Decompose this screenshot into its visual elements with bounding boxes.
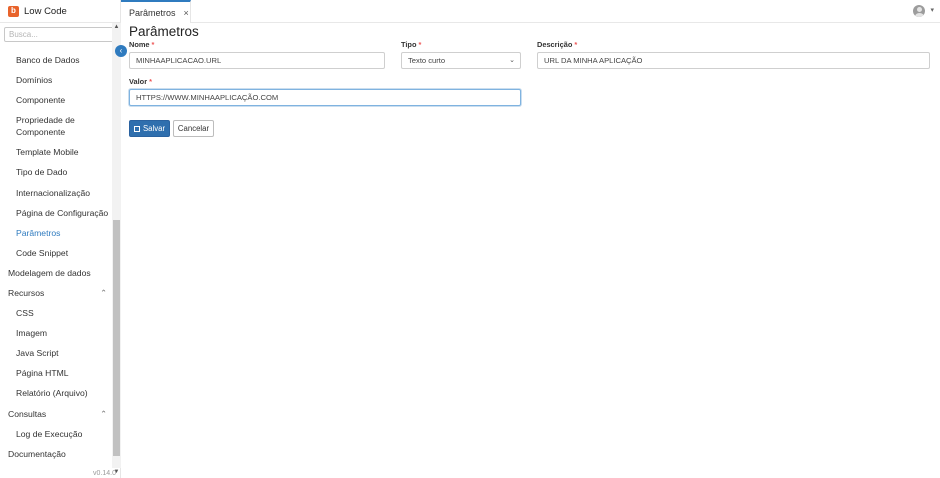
chevron-down-icon[interactable]: ▾ [930,6,934,14]
sidebar-item[interactable]: Consultas ⌃ [0,404,112,424]
tipo-select-value: Texto curto [408,56,446,65]
sidebar-item[interactable]: Parâmetros [0,223,112,243]
sidebar-item[interactable]: Modelagem de dados [0,263,112,283]
scroll-thumb[interactable] [113,220,120,456]
descricao-field[interactable]: URL DA MINHA APLICAÇÃO [537,52,930,69]
tab-label: Parâmetros [129,7,176,18]
save-button-label: Salvar [142,124,166,133]
sidebar-item-label: Recursos [8,287,45,298]
sidebar-item[interactable]: Recursos ⌃ [0,283,112,303]
sidebar-item-label: Tipo de Dado [16,167,68,178]
cancel-button-label: Cancelar [177,124,210,133]
sidebar-item[interactable]: Tipo de Dado [0,162,112,182]
sidebar-item[interactable]: Página de Configuração [0,203,112,223]
user-avatar-icon[interactable] [913,5,925,17]
sidebar-item-label: Java Script [16,348,59,359]
sidebar-item[interactable]: Relatório (Arquivo) [0,383,112,403]
scroll-up-arrow-icon[interactable]: ▲ [113,23,120,31]
sidebar-item[interactable]: Banco de Dados [0,50,112,70]
sidebar-item-label: Log de Execução [16,428,83,439]
sidebar-item[interactable]: Java Script [0,343,112,363]
sidebar-item-label: Code Snippet [16,247,69,258]
sidebar-item-label: Template Mobile [16,147,79,158]
sidebar-item-label: Modelagem de dados [8,267,91,278]
chevron-down-icon: ⌄ [509,57,515,64]
sidebar-item[interactable]: Template Mobile [0,142,112,162]
logo-icon: b [8,5,19,17]
collapse-sidebar-chevron-icon[interactable]: ‹ [115,45,127,57]
chevron-up-icon[interactable]: ⌃ [100,288,107,297]
sidebar-item[interactable]: Log de Execução [0,424,112,444]
sidebar-item-label: Componente [16,95,66,106]
sidebar-nav: Banco de Dados Domínios Componente Propried… [0,50,112,464]
sidebar-item-label: Página de Configuração [16,207,109,218]
nome-field[interactable]: MINHAAPLICACAO.URL [129,52,385,69]
sidebar-item[interactable]: Code Snippet [0,243,112,263]
close-icon[interactable]: × [184,8,189,18]
cancel-button[interactable]: Cancelar [173,120,214,137]
brand[interactable]: b Low Code [0,0,121,23]
app-version: v0.14.0 [93,470,116,477]
tab-parametros[interactable]: Parâmetros × [121,0,191,23]
sidebar-item[interactable]: Propriedade de Componente [0,110,112,142]
page-title: Parâmetros [129,24,199,39]
sidebar-item-label: Banco de Dados [16,55,80,66]
valor-field[interactable]: HTTPS://WWW.MINHAAPLICAÇÃO.COM [129,89,521,106]
sidebar-item-label: CSS [16,308,34,319]
sidebar-item[interactable]: Documentação [0,444,112,464]
sidebar-item-label: Internacionalização [16,187,91,198]
sidebar-scrollbar[interactable]: ▲ ▼ [112,23,121,475]
sidebar-item[interactable]: Imagem [0,323,112,343]
sidebar: b Low Code Banco de Dados Domínios Compone… [0,0,121,478]
sidebar-item[interactable]: Página HTML [0,363,112,383]
sidebar-item-label: Consultas [8,408,47,419]
top-bar: Parâmetros × ▾ [121,0,940,23]
sidebar-item-label: Página HTML [16,368,69,379]
sidebar-search-input[interactable] [4,27,117,42]
sidebar-item[interactable]: Componente [0,90,112,110]
sidebar-item-label: Propriedade de Componente [16,115,75,138]
sidebar-item[interactable]: Internacionalização [0,182,112,202]
sidebar-item-label: Imagem [16,328,48,339]
valor-label: Valor * [129,77,152,86]
descricao-label: Descrição * [537,40,578,49]
app-name: Low Code [24,5,67,17]
save-button[interactable]: Salvar [129,120,170,137]
sidebar-item-label: Domínios [16,75,53,86]
sidebar-item[interactable]: CSS [0,303,112,323]
sidebar-item-label: Relatório (Arquivo) [16,388,88,399]
sidebar-item-label: Parâmetros [16,227,61,238]
chevron-up-icon[interactable]: ⌃ [100,409,107,418]
sidebar-item-label: Documentação [8,448,66,459]
nome-label: Nome * [129,40,155,49]
save-disk-icon [133,125,140,132]
tipo-label: Tipo * [401,40,422,49]
sidebar-item[interactable]: Domínios [0,70,112,90]
tipo-select[interactable]: Texto curto ⌄ [401,52,521,69]
